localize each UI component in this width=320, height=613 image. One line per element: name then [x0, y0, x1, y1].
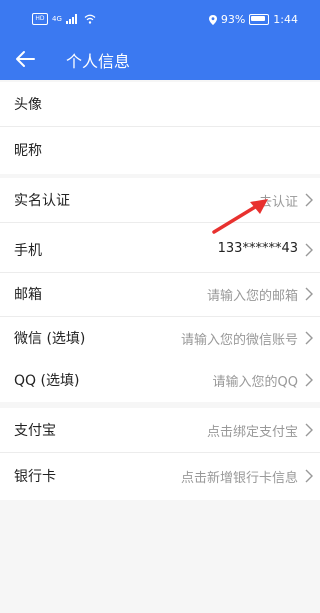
page-title: 个人信息: [66, 52, 131, 71]
row-value: 请输入您的邮箱: [206, 289, 298, 304]
chevron-right-icon: [305, 331, 313, 345]
row-label: 邮箱: [14, 287, 42, 303]
row-value: 133******43: [217, 241, 298, 256]
status-left: HD 4G: [32, 13, 96, 25]
status-right: 93% 1:44: [208, 13, 298, 26]
chevron-right-icon: [305, 243, 313, 257]
wifi-icon: [84, 14, 96, 24]
row-bank-card[interactable]: 银行卡 点击新增银行卡信息: [0, 454, 320, 498]
row-label: 支付宝: [14, 423, 56, 439]
chevron-right-icon: [305, 423, 313, 437]
arrow-left-icon[interactable]: [14, 49, 36, 69]
row-label: 实名认证: [14, 193, 70, 209]
row-wechat[interactable]: 微信 (选填) 请输入您的微信账号: [0, 316, 320, 361]
status-bar: HD 4G 93% 1:44: [0, 0, 320, 38]
row-alipay[interactable]: 支付宝 点击绑定支付宝: [0, 408, 320, 453]
row-value: 点击绑定支付宝: [206, 425, 298, 440]
hd-icon: HD: [32, 13, 48, 25]
network-label: 4G: [52, 15, 62, 23]
location-icon: [208, 14, 217, 25]
row-label: 手机: [14, 243, 42, 259]
row-email[interactable]: 邮箱 请输入您的邮箱: [0, 272, 320, 317]
row-label: 昵称: [14, 143, 42, 159]
battery-icon: [249, 14, 270, 25]
row-value: 请输入您的QQ: [212, 375, 298, 390]
chevron-right-icon: [305, 287, 313, 301]
row-value: 请输入您的微信账号: [180, 333, 298, 348]
battery-percent: 93%: [220, 13, 246, 26]
app-header: 个人信息: [0, 38, 320, 80]
clock: 1:44: [273, 13, 298, 26]
profile-qq-group: QQ (选填) 请输入您的QQ: [0, 358, 320, 402]
annotation-arrow-icon: [212, 199, 268, 234]
row-label: 头像: [14, 97, 42, 113]
chevron-right-icon: [305, 469, 313, 483]
row-avatar[interactable]: 头像: [0, 82, 320, 127]
chevron-right-icon: [305, 373, 313, 387]
chevron-right-icon: [305, 193, 313, 207]
row-label: 微信 (选填): [14, 331, 86, 347]
profile-contact-group: 实名认证 去认证 手机 133******43 邮箱 请输入您的邮箱 微信 (选…: [0, 178, 320, 386]
row-label: QQ (选填): [14, 373, 80, 389]
row-nickname[interactable]: 昵称: [0, 128, 320, 172]
row-phone[interactable]: 手机 133******43: [0, 228, 320, 273]
profile-payment-group: 支付宝 点击绑定支付宝 银行卡 点击新增银行卡信息: [0, 408, 320, 500]
row-qq[interactable]: QQ (选填) 请输入您的QQ: [0, 358, 320, 402]
row-label: 银行卡: [14, 469, 56, 485]
row-value: 点击新增银行卡信息: [180, 471, 298, 486]
signal-icon: [65, 14, 80, 24]
profile-basic-group: 头像 昵称: [0, 82, 320, 174]
row-real-name-auth[interactable]: 实名认证 去认证: [0, 178, 320, 223]
